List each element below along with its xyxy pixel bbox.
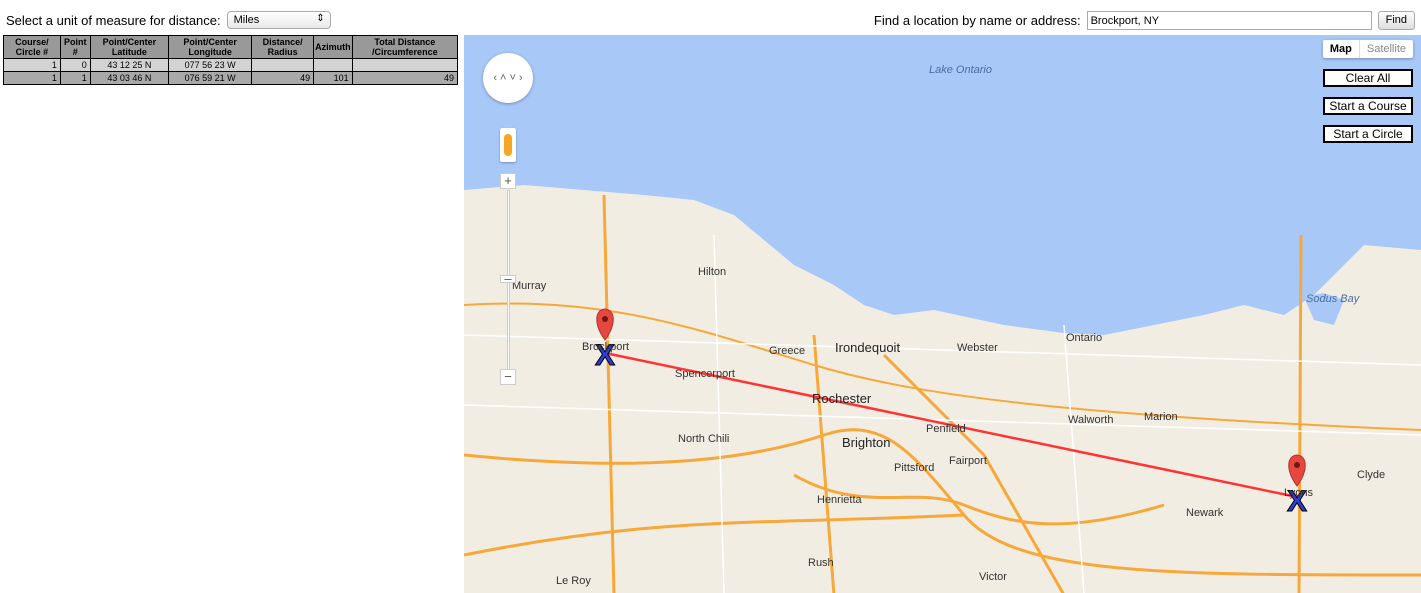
- place-label: Webster: [957, 342, 998, 354]
- col-lon: Point/Center Longitude: [167, 35, 253, 59]
- place-label: Rush: [808, 557, 834, 569]
- table-row: 1 0 43 12 25 N 077 56 23 W: [3, 58, 459, 72]
- place-label: Marion: [1144, 411, 1178, 423]
- cell: 076 59 21 W: [167, 71, 253, 85]
- zoom-slider-handle[interactable]: ‒: [500, 272, 516, 285]
- place-label: Irondequoit: [835, 340, 901, 355]
- lake-label: Lake Ontario: [929, 64, 992, 76]
- cell: 1: [3, 71, 61, 85]
- place-label: North Chili: [678, 433, 730, 445]
- map-type-map[interactable]: Map: [1323, 40, 1360, 58]
- map-graphics: X X: [464, 35, 1421, 593]
- col-course: Course/ Circle #: [3, 35, 61, 59]
- find-button[interactable]: Find: [1377, 11, 1415, 30]
- find-label: Find a location by name or address:: [873, 13, 1081, 28]
- place-label: Le Roy: [556, 575, 591, 587]
- location-input[interactable]: [1086, 11, 1372, 30]
- cell: 1: [3, 58, 61, 72]
- zoom-in-button[interactable]: +: [500, 173, 516, 189]
- place-label: Fairport: [949, 455, 987, 467]
- col-total: Total Distance /Circumference: [351, 35, 459, 59]
- bay-label: Sodus Bay: [1306, 293, 1360, 305]
- cell: 1: [59, 71, 91, 85]
- course-table: Course/ Circle # Point # Point/Center La…: [3, 35, 459, 85]
- place-label: Pittsford: [894, 462, 935, 474]
- units-row: Select a unit of measure for distance: M…: [6, 11, 331, 29]
- cell: 43 03 46 N: [89, 71, 170, 85]
- cell: 49: [351, 71, 459, 85]
- start-course-button[interactable]: Start a Course: [1323, 97, 1413, 115]
- cell: 101: [313, 71, 353, 85]
- place-label: Victor: [979, 571, 1007, 583]
- map-type-control: Map Satellite: [1322, 40, 1413, 58]
- cell: 077 56 23 W: [167, 58, 253, 72]
- units-label: Select a unit of measure for distance:: [6, 12, 221, 28]
- start-circle-button[interactable]: Start a Circle: [1323, 125, 1413, 143]
- col-azimuth: Azimuth: [313, 35, 353, 59]
- cell: 49: [251, 71, 315, 85]
- pan-control[interactable]: ‹ ˄ ˅ ›: [483, 53, 533, 103]
- place-label: Brighton: [842, 435, 891, 450]
- cell: 0: [59, 58, 91, 72]
- col-distance: Distance/ Radius: [251, 35, 315, 59]
- table-row: 1 1 43 03 46 N 076 59 21 W 49 101 49: [3, 71, 459, 85]
- zoom-out-button[interactable]: −: [500, 369, 516, 385]
- street-view-pegman-icon[interactable]: [500, 128, 516, 162]
- place-label: Walworth: [1068, 414, 1114, 426]
- place-label: Penfield: [926, 423, 966, 435]
- place-label: Rochester: [812, 391, 872, 406]
- cell: [313, 58, 353, 72]
- place-label: Clyde: [1357, 469, 1386, 481]
- place-label: Greece: [769, 345, 806, 357]
- place-label: Spencerport: [675, 368, 735, 380]
- cell: [251, 58, 315, 72]
- place-label: Ontario: [1066, 332, 1103, 344]
- col-lat: Point/Center Latitude: [89, 35, 170, 59]
- place-label: Lyons: [1284, 487, 1313, 499]
- cell: 43 12 25 N: [89, 58, 170, 72]
- col-point: Point #: [59, 35, 91, 59]
- place-label: Murray: [512, 280, 547, 292]
- pan-arrows-icon: ‹ ˄ ˅ ›: [493, 72, 523, 84]
- place-label: Henrietta: [817, 494, 862, 506]
- units-select[interactable]: Miles: [226, 11, 331, 29]
- find-row: Find a location by name or address: Find: [874, 11, 1415, 30]
- place-label: Brockport: [582, 341, 630, 353]
- cell: [351, 58, 459, 72]
- place-label: Newark: [1186, 507, 1224, 519]
- clear-all-button[interactable]: Clear All: [1323, 69, 1413, 87]
- map-type-satellite[interactable]: Satellite: [1360, 40, 1413, 58]
- place-label: Hilton: [698, 266, 727, 278]
- map-canvas[interactable]: X X Lake Ontario Sodus Bay Hilton Murray…: [464, 35, 1421, 593]
